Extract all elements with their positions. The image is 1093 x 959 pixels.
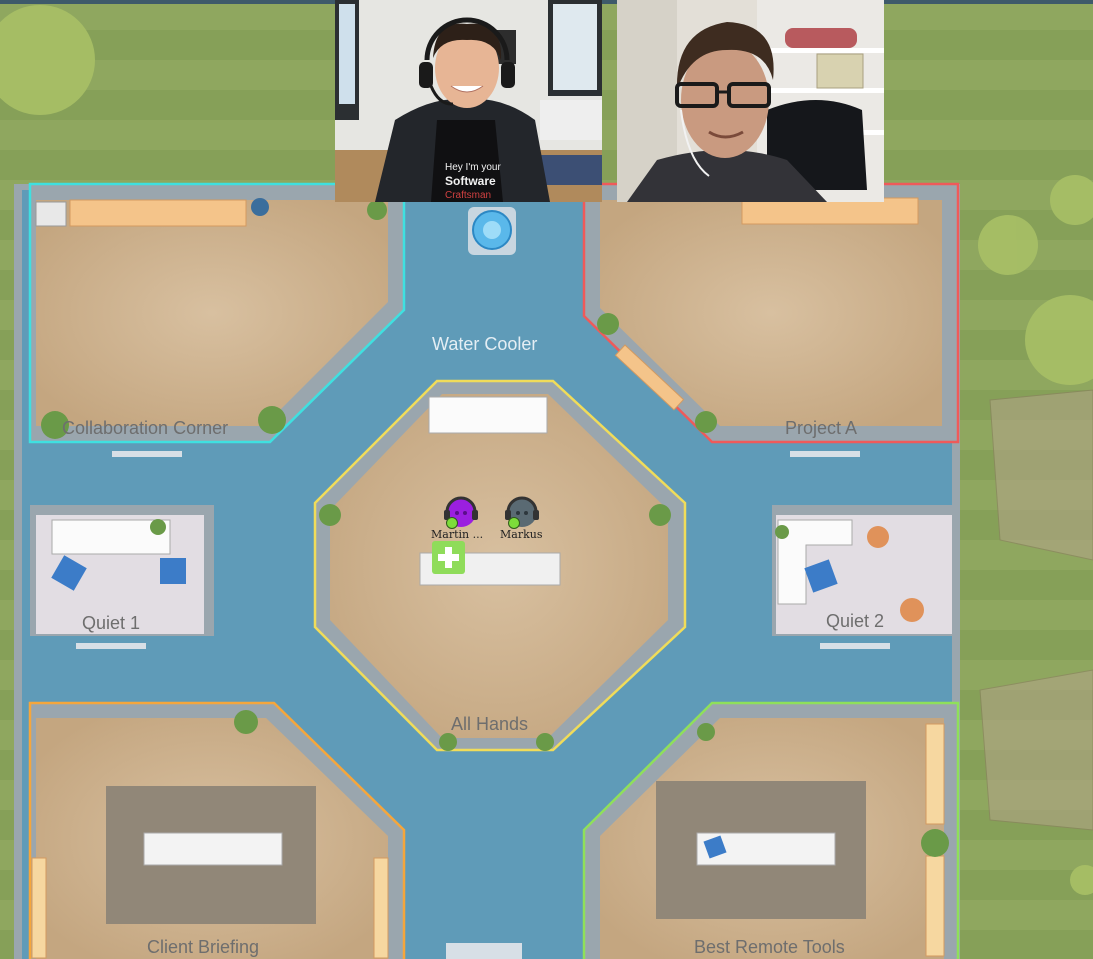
avatar-name-participant-2: Markus [500, 528, 543, 541]
room-label-all-hands: All Hands [451, 714, 529, 734]
shirt-print-text: Hey I'm your [445, 162, 501, 173]
add-object-button[interactable] [432, 541, 465, 574]
room-label-water-cooler: Water Cooler [432, 334, 538, 354]
room-label-best-remote-tools: Best Remote Tools [694, 937, 845, 957]
avatar-name-participant-1: Martin ... [431, 528, 484, 541]
svg-text:Software: Software [445, 174, 496, 188]
room-label-quiet-1: Quiet 1 [82, 613, 141, 633]
video-tile-host[interactable]: Hey I'm your Software Craftsman [335, 0, 602, 202]
room-label-client-briefing: Client Briefing [147, 937, 260, 957]
video-tile-participant[interactable] [617, 0, 884, 202]
video-feed-participant [617, 0, 884, 202]
room-label-project-a: Project A [785, 418, 858, 438]
avatar-participant-2[interactable] [503, 495, 541, 529]
avatar-participant-1[interactable] [442, 495, 480, 529]
svg-text:Craftsman: Craftsman [445, 190, 491, 201]
room-label-quiet-2: Quiet 2 [826, 611, 885, 631]
plus-icon [438, 547, 459, 568]
video-feed-host: Hey I'm your Software Craftsman [335, 0, 602, 202]
water-cooler-icon [468, 207, 516, 255]
room-label-collaboration-corner: Collaboration Corner [62, 418, 229, 438]
